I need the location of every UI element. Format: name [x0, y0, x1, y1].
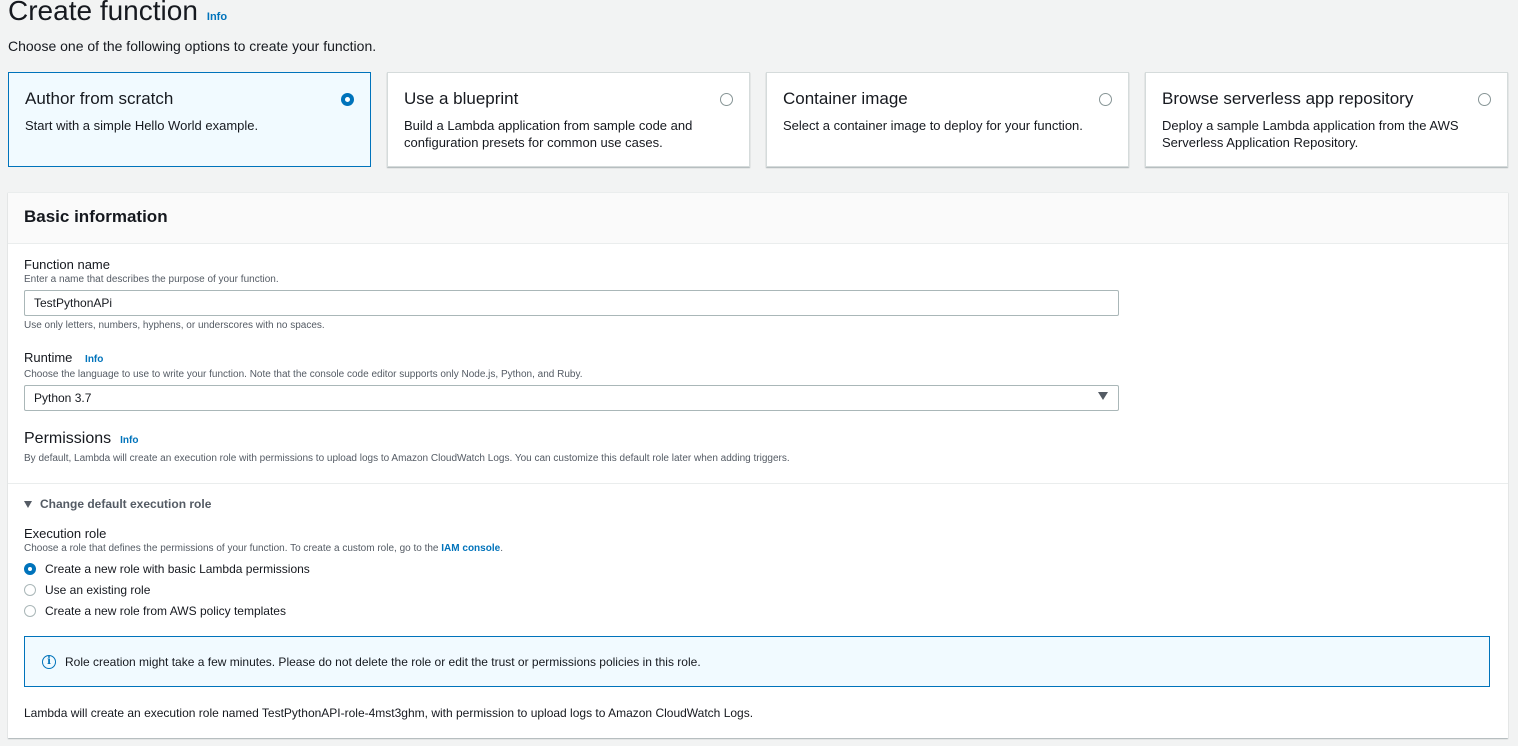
page-title: Create function Info [8, 0, 227, 27]
iam-console-link[interactable]: IAM console [441, 543, 500, 554]
role-option-policy-templates[interactable]: Create a new role from AWS policy templa… [24, 600, 503, 621]
function-name-field: Function name Enter a name that describe… [24, 257, 1119, 333]
option-title: Use a blueprint [404, 89, 519, 108]
runtime-select[interactable]: Python 3.7 [24, 385, 1119, 411]
option-container-image[interactable]: Container image Select a container image… [766, 72, 1129, 167]
runtime-info-link[interactable]: Info [85, 354, 103, 365]
option-title: Author from scratch [25, 89, 174, 108]
basic-information-panel: Basic information Function name Enter a … [8, 192, 1508, 738]
option-radio[interactable] [1478, 93, 1491, 106]
function-name-label: Function name [24, 257, 110, 272]
execution-role-desc: Choose a role that defines the permissio… [24, 542, 503, 556]
execution-role-options: Create a new role with basic Lambda perm… [24, 558, 503, 621]
option-desc: Deploy a sample Lambda application from … [1162, 118, 1459, 150]
runtime-label: Runtime [24, 350, 73, 365]
permissions-section: Permissions Info By default, Lambda will… [24, 430, 790, 466]
role-option-create-basic[interactable]: Create a new role with basic Lambda perm… [24, 558, 503, 579]
option-radio[interactable] [1099, 93, 1112, 106]
change-role-expander[interactable]: Change default execution role [24, 497, 211, 511]
option-browse-serverless-repo[interactable]: Browse serverless app repository Deploy … [1145, 72, 1508, 167]
expander-label: Change default execution role [40, 497, 212, 511]
radio-button[interactable] [24, 583, 36, 596]
info-icon: i [42, 654, 56, 669]
function-name-input[interactable] [24, 290, 1119, 316]
permissions-title: Permissions [24, 430, 112, 447]
create-options: Author from scratch Start with a simple … [8, 72, 1508, 167]
caret-down-icon [1098, 392, 1108, 400]
role-option-label: Use an existing role [45, 582, 151, 597]
option-use-blueprint[interactable]: Use a blueprint Build a Lambda applicati… [387, 72, 750, 167]
execution-role-desc-suffix: . [500, 543, 503, 554]
radio-button[interactable] [24, 562, 36, 575]
option-radio[interactable] [720, 93, 733, 106]
option-desc: Start with a simple Hello World example. [25, 118, 259, 133]
role-name-note: Lambda will create an execution role nam… [24, 706, 754, 720]
role-option-label: Create a new role from AWS policy templa… [45, 603, 286, 618]
runtime-selected-value: Python 3.7 [34, 391, 92, 405]
execution-role-field: Execution role Choose a role that define… [24, 526, 503, 621]
runtime-field: Runtime Info Choose the language to use … [24, 350, 1119, 411]
runtime-label-row: Runtime Info [24, 350, 1119, 368]
title-info-link[interactable]: Info [207, 11, 227, 23]
runtime-desc: Choose the language to use to write your… [24, 369, 583, 380]
caret-down-icon [24, 500, 32, 508]
panel-title: Basic information [8, 193, 1508, 244]
permissions-desc: By default, Lambda will create an execut… [24, 453, 790, 464]
option-author-from-scratch[interactable]: Author from scratch Start with a simple … [8, 72, 371, 167]
radio-button[interactable] [24, 604, 36, 617]
option-desc: Build a Lambda application from sample c… [404, 118, 693, 150]
expander-row: Change default execution role [24, 497, 211, 511]
alert-text: Role creation might take a few minutes. … [65, 654, 701, 669]
option-title: Container image [783, 89, 908, 108]
role-option-label: Create a new role with basic Lambda perm… [45, 561, 310, 576]
section-divider [8, 483, 1508, 484]
option-radio[interactable] [341, 93, 354, 106]
permissions-title-row: Permissions Info [24, 430, 790, 448]
permissions-info-link[interactable]: Info [120, 435, 138, 446]
function-name-desc: Enter a name that describes the purpose … [24, 274, 279, 285]
page-title-text: Create function [8, 0, 198, 26]
execution-role-desc-text: Choose a role that defines the permissio… [24, 543, 439, 554]
option-desc: Select a container image to deploy for y… [783, 118, 1083, 133]
function-name-hint: Use only letters, numbers, hyphens, or u… [24, 320, 325, 331]
execution-role-label: Execution role [24, 526, 107, 541]
role-option-use-existing[interactable]: Use an existing role [24, 579, 503, 600]
info-alert: i Role creation might take a few minutes… [24, 636, 1490, 687]
page-subtitle: Choose one of the following options to c… [8, 38, 377, 54]
option-title: Browse serverless app repository [1162, 89, 1414, 108]
